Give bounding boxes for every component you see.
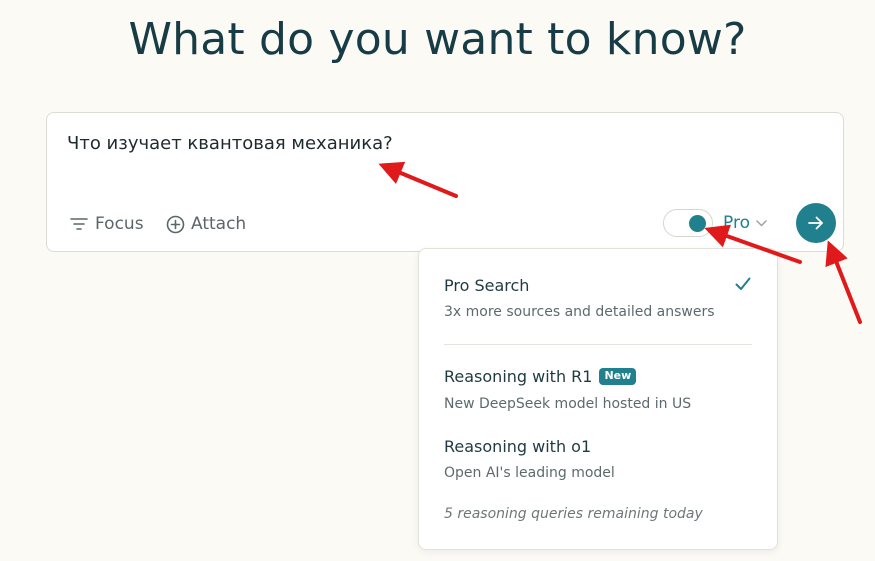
submit-button[interactable] <box>796 203 836 243</box>
toggle-knob <box>689 215 706 232</box>
mode-label: Pro <box>723 213 750 233</box>
search-input[interactable]: Что изучает квантовая механика? <box>67 133 393 154</box>
search-box: Что изучает квантовая механика? Focus At… <box>46 112 844 252</box>
attach-label: Attach <box>191 214 247 234</box>
attach-button[interactable]: Attach <box>165 211 246 237</box>
plus-circle-icon <box>165 214 185 234</box>
focus-button[interactable]: Focus <box>69 211 144 237</box>
option-title-row: Reasoning with R1 New <box>444 367 637 386</box>
annotation-arrow <box>825 240 862 324</box>
option-description: New DeepSeek model hosted in US <box>444 396 692 412</box>
mode-selector[interactable]: Pro <box>723 211 767 235</box>
check-icon <box>735 277 751 290</box>
divider <box>444 344 752 345</box>
arrow-right-icon <box>807 215 825 231</box>
option-title: Pro Search <box>444 276 530 295</box>
chevron-down-icon <box>756 219 767 227</box>
option-title: Reasoning with o1 <box>444 437 592 456</box>
filter-icon <box>69 214 89 234</box>
page-title: What do you want to know? <box>128 14 747 65</box>
focus-label: Focus <box>95 214 144 234</box>
remaining-queries-note: 5 reasoning queries remaining today <box>444 506 703 522</box>
option-title: Reasoning with R1 <box>444 367 593 386</box>
option-description: 3x more sources and detailed answers <box>444 304 715 320</box>
option-description: Open AI's leading model <box>444 465 615 481</box>
mode-dropdown: Pro Search 3x more sources and detailed … <box>418 248 778 550</box>
new-badge: New <box>599 368 637 385</box>
pro-toggle[interactable] <box>663 209 713 237</box>
